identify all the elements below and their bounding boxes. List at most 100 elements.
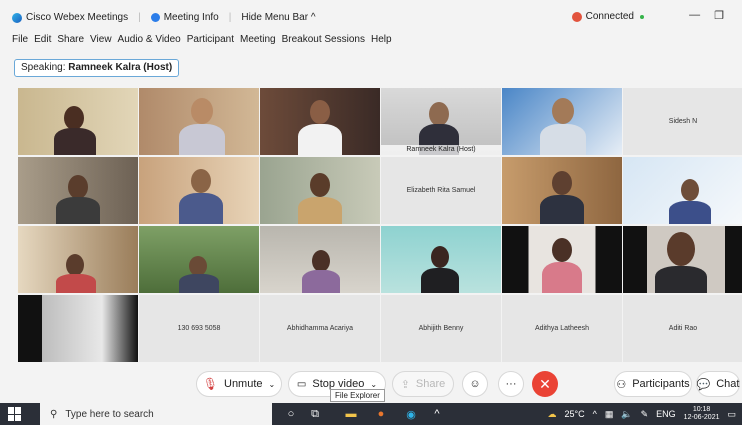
menu-audio-video[interactable]: Audio & Video — [118, 34, 181, 48]
menu-file[interactable]: File — [12, 34, 28, 48]
video-tile[interactable] — [260, 157, 380, 224]
weather-icon: ☁ — [547, 408, 557, 419]
hide-menu-bar-button[interactable]: Hide Menu Bar ^ — [241, 12, 315, 23]
participant-name: Abhijith Benny — [418, 325, 464, 332]
tooltip: File Explorer — [330, 389, 385, 402]
share-label: Share — [415, 378, 446, 390]
taskbar-search[interactable]: ⚲ Type here to search — [40, 403, 272, 425]
connection-status-text: Connected — [585, 11, 634, 22]
video-tile-no-video[interactable]: Abhijith Benny — [381, 295, 501, 362]
video-tile[interactable] — [139, 226, 259, 293]
participant-name: 130 693 5058 — [177, 325, 221, 332]
app-name: Cisco Webex Meetings — [26, 12, 129, 23]
participant-name-label: Ramneek Kalra (Host) — [381, 145, 501, 155]
webex-logo-icon — [12, 12, 22, 23]
volume-icon[interactable]: 🔈 — [621, 409, 632, 420]
unmute-label: Unmute — [224, 378, 263, 390]
reactions-button[interactable]: ☺ — [462, 371, 488, 397]
file-explorer-icon[interactable]: ▬ — [344, 407, 358, 421]
chevron-down-icon[interactable]: ⌄ — [370, 380, 377, 389]
share-button[interactable]: ⇪ Share — [392, 371, 454, 397]
video-tile-no-video[interactable]: 130 693 5058 — [139, 295, 259, 362]
video-tile-no-video[interactable]: Aditi Rao — [623, 295, 742, 362]
notifications-icon[interactable]: ▭ — [727, 409, 736, 420]
window-controls: — ❐ — [689, 9, 724, 22]
menu-edit[interactable]: Edit — [34, 34, 51, 48]
video-tile[interactable] — [260, 88, 380, 155]
more-options-button[interactable]: ··· — [498, 371, 524, 397]
clock-date: 12-06-2021 — [683, 414, 720, 421]
video-tile[interactable] — [18, 226, 138, 293]
microphone-muted-icon: 🎙 — [202, 377, 218, 391]
connected-indicator-icon — [640, 14, 644, 19]
windows-start-icon[interactable] — [8, 407, 22, 421]
chevron-down-icon[interactable]: ⌄ — [269, 380, 276, 389]
pen-icon[interactable]: ✎ — [641, 409, 649, 420]
video-tile[interactable] — [18, 88, 138, 155]
task-view-icon[interactable]: ⧉ — [308, 407, 322, 421]
video-tile[interactable] — [139, 157, 259, 224]
video-tile-no-video[interactable]: Elizabeth Rita Samuel — [381, 157, 501, 224]
menu-breakout-sessions[interactable]: Breakout Sessions — [282, 34, 365, 48]
video-tile[interactable] — [260, 226, 380, 293]
menu-participant[interactable]: Participant — [187, 34, 234, 48]
connection-status: Connected — [571, 11, 644, 22]
video-tile[interactable] — [623, 157, 742, 224]
chevron-up-icon[interactable]: ^ — [593, 409, 597, 419]
share-icon: ⇪ — [400, 378, 410, 391]
leave-meeting-button[interactable]: ✕ — [532, 371, 558, 397]
info-icon[interactable] — [150, 13, 160, 22]
system-tray: ☁ 25°C ^ ▦ 🔈 ✎ ENG 10:18 12-06-2021 ▭ — [548, 403, 736, 425]
video-camera-icon: ▭ — [296, 378, 307, 390]
unmute-button[interactable]: 🎙 Unmute ⌄ — [196, 371, 282, 397]
webex-taskbar-icon[interactable]: ◉ — [404, 407, 418, 421]
chevron-up-icon[interactable]: ^ — [430, 407, 444, 421]
participant-name: Aditi Rao — [668, 325, 698, 332]
chat-bubble-icon: 💬 — [696, 378, 711, 391]
title-bar: Cisco Webex Meetings | Meeting Info | Hi… — [0, 0, 742, 34]
menu-help[interactable]: Help — [371, 34, 392, 48]
participant-name: Abhidhamma Acariya — [286, 325, 354, 332]
video-tile[interactable] — [18, 157, 138, 224]
video-tile-no-video[interactable]: Adithya Latheesh — [502, 295, 622, 362]
minimize-icon[interactable]: — — [689, 9, 700, 22]
speaking-prefix: Speaking: — [21, 62, 66, 73]
cortana-icon[interactable]: ○ — [284, 407, 298, 421]
language-indicator[interactable]: ENG — [656, 409, 676, 419]
speaking-name: Ramneek Kalra (Host) — [68, 62, 173, 73]
menu-view[interactable]: View — [90, 34, 112, 48]
video-tile-active-speaker[interactable]: Ramneek Kalra (Host) — [381, 88, 501, 155]
chat-button[interactable]: 💬 Chat — [696, 371, 740, 397]
video-tile-no-video[interactable]: Abhidhamma Acariya — [260, 295, 380, 362]
menu-meeting[interactable]: Meeting — [240, 34, 276, 48]
menu-share[interactable]: Share — [57, 34, 84, 48]
video-tile[interactable] — [502, 157, 622, 224]
video-tile-no-video[interactable]: Sidesh N — [623, 88, 742, 155]
video-tile[interactable] — [502, 88, 622, 155]
temperature: 25°C — [564, 409, 585, 419]
video-tile[interactable] — [139, 88, 259, 155]
video-grid: Ramneek Kalra (Host) Sidesh N Elizabeth … — [18, 88, 742, 362]
video-tile[interactable] — [502, 226, 622, 293]
meeting-info-link[interactable]: Meeting Info — [164, 12, 219, 23]
video-tile[interactable] — [623, 226, 742, 293]
search-icon: ⚲ — [50, 408, 58, 420]
search-placeholder: Type here to search — [65, 408, 154, 420]
participants-label: Participants — [632, 378, 690, 390]
restore-icon[interactable]: ❐ — [714, 9, 724, 22]
clock-time: 10:18 — [692, 406, 711, 413]
taskbar: ⚲ Type here to search ○ ⧉ ▬ ● ◉ ^ ☁ 25°C… — [0, 403, 742, 425]
speaking-indicator: Speaking: Ramneek Kalra (Host) — [14, 59, 180, 77]
video-tile[interactable] — [381, 226, 501, 293]
video-tile[interactable] — [18, 295, 138, 362]
close-icon: ✕ — [539, 375, 551, 392]
more-icon: ··· — [505, 378, 517, 390]
clock[interactable]: 10:18 12-06-2021 — [684, 406, 720, 422]
smiley-icon: ☺ — [469, 378, 481, 390]
recording-icon — [571, 11, 582, 22]
title-bar-app: Cisco Webex Meetings | Meeting Info | Hi… — [12, 12, 316, 23]
network-icon[interactable]: ▦ — [605, 409, 614, 420]
firefox-icon[interactable]: ● — [374, 407, 388, 421]
chat-label: Chat — [716, 378, 740, 390]
participants-button[interactable]: ⚇ Participants — [614, 371, 692, 397]
